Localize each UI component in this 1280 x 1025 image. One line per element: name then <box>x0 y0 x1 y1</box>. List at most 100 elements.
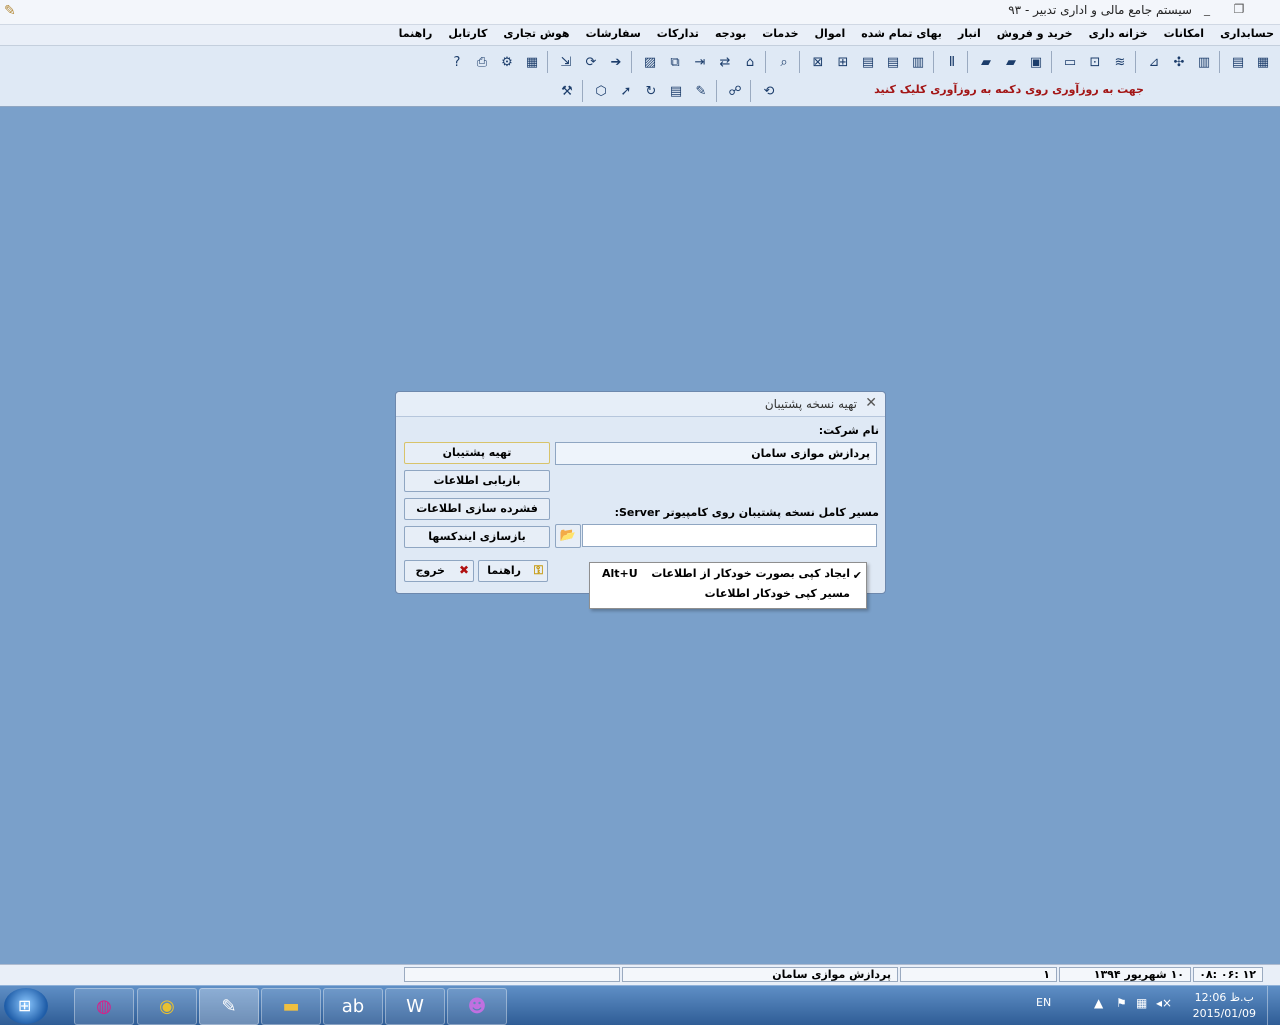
table-icon[interactable]: ▤ <box>1227 51 1249 73</box>
menu-facilities[interactable]: امکانات <box>1164 27 1204 40</box>
house-icon[interactable]: ⌂ <box>739 51 761 73</box>
book-icon[interactable]: ▰ <box>1000 51 1022 73</box>
images-icon[interactable]: ⧉ <box>664 51 686 73</box>
columns-icon[interactable]: Ⅱ <box>941 51 963 73</box>
update-icon[interactable]: ⟲ <box>758 80 780 102</box>
handshake-icon[interactable]: ☍ <box>724 80 746 102</box>
notes-icon[interactable]: ▤ <box>665 80 687 102</box>
menu-assets[interactable]: اموال <box>815 27 846 40</box>
update-hint: جهت به روزآوری روی دکمه به روزآوری کلیک … <box>874 83 1144 96</box>
menu-procurement[interactable]: تدارکات <box>657 27 699 40</box>
arrow-right-icon[interactable]: ➔ <box>605 51 627 73</box>
box-icon[interactable]: ⬡ <box>590 80 612 102</box>
menu-cost-price[interactable]: بهای تمام شده <box>861 27 942 40</box>
language-indicator[interactable]: EN <box>1036 996 1051 1009</box>
exit-button[interactable]: ✖ خروج <box>404 560 474 582</box>
diagram-icon[interactable]: ⊞ <box>832 51 854 73</box>
dialog-title: تهیه نسخه پشتیبان <box>764 397 857 411</box>
start-button[interactable]: ⊞ <box>4 988 48 1024</box>
show-hidden-icons-icon[interactable]: ▲ <box>1094 996 1103 1010</box>
dialog-title-bar: ✕ تهیه نسخه پشتیبان <box>396 392 885 417</box>
close-icon[interactable]: ✕ <box>865 395 877 411</box>
backup-button[interactable]: تهیه پشتیبان <box>404 442 550 464</box>
search-icon[interactable]: ⌕ <box>773 51 795 73</box>
menu-help[interactable]: راهنما <box>399 27 433 40</box>
toolbar-separator <box>750 80 751 102</box>
taskbar-chrome[interactable]: ◉ <box>137 988 197 1025</box>
restore-button[interactable]: ❐ <box>1228 2 1250 20</box>
report-icon[interactable]: ⊠ <box>807 51 829 73</box>
toolbar-separator <box>967 51 968 73</box>
refresh-icon[interactable]: ⟳ <box>580 51 602 73</box>
volume-muted-icon[interactable]: ◂× <box>1156 996 1172 1010</box>
auto-copy-shortcut: Alt+U <box>602 567 638 580</box>
settings-icon[interactable]: ⚙ <box>496 51 518 73</box>
menu-business-intelligence[interactable]: هوش تجاری <box>503 27 569 40</box>
picture-icon[interactable]: ▨ <box>639 51 661 73</box>
grid-icon[interactable]: ▥ <box>907 51 929 73</box>
open-folder-icon: 📂 <box>559 528 577 543</box>
tadbir-icon: ◍ <box>96 996 112 1017</box>
help-button[interactable]: ⚿ راهنما <box>478 560 548 582</box>
taskbar-current-app[interactable]: ✎ <box>199 988 259 1025</box>
chart-icon[interactable]: ⊿ <box>1143 51 1165 73</box>
menu-treasury[interactable]: خزانه داری <box>1089 27 1148 40</box>
menu-cartable[interactable]: کارتابل <box>448 27 487 40</box>
list-icon[interactable]: ▤ <box>882 51 904 73</box>
taskbar-messenger[interactable]: ☻ <box>447 988 507 1025</box>
taskbar-notepad[interactable]: ab <box>323 988 383 1025</box>
network-icon[interactable]: ✣ <box>1168 51 1190 73</box>
backup-path-input[interactable] <box>582 524 877 547</box>
help-icon[interactable]: ? <box>446 51 468 73</box>
toolbar-separator <box>799 51 800 73</box>
menu-purchase-sales[interactable]: خرید و فروش <box>997 27 1073 40</box>
show-desktop-button[interactable] <box>1267 986 1280 1025</box>
compress-button[interactable]: فشرده سازی اطلاعات <box>404 498 550 520</box>
menu-warehouse[interactable]: انبار <box>958 27 981 40</box>
key-icon: ⚿ <box>533 563 543 577</box>
cursor-icon[interactable]: ➚ <box>615 80 637 102</box>
toolbar-row-1: ▦ ▤ ▥ ✣ ⊿ ≋ ⊡ ▭ ▣ ▰ ▰ Ⅱ ▥ ▤ ▤ ⊞ ⊠ ⌕ ⌂ ⇄ … <box>443 51 1274 73</box>
company-field[interactable]: پردازش موازی سامان <box>555 442 877 465</box>
system-clock[interactable]: 12:06 ب.ظ 2015/01/09 <box>1193 990 1256 1022</box>
action-center-icon[interactable]: ⚑ <box>1116 996 1127 1010</box>
popup-item-auto-copy[interactable]: ✔ ایجاد کپی بصورت خودکار از اطلاعات Alt+… <box>590 563 866 583</box>
stack-icon[interactable]: ≋ <box>1109 51 1131 73</box>
printer-icon[interactable]: ⎙ <box>471 51 493 73</box>
document-icon[interactable]: ▭ <box>1059 51 1081 73</box>
reindex-button[interactable]: بازسازی ایندکسها <box>404 526 550 548</box>
export-icon[interactable]: ⇥ <box>689 51 711 73</box>
edit-icon[interactable]: ✎ <box>690 80 712 102</box>
package-icon[interactable]: ⊡ <box>1084 51 1106 73</box>
exit-icon: ✖ <box>458 563 469 577</box>
browse-folder-button[interactable]: 📂 <box>555 524 581 548</box>
menu-accounting[interactable]: حسابداری <box>1220 27 1274 40</box>
taskbar-word[interactable]: W <box>385 988 445 1025</box>
menu-services[interactable]: خدمات <box>762 27 798 40</box>
menu-budget[interactable]: بودجه <box>715 27 746 40</box>
auto-copy-popup-menu: ✔ ایجاد کپی بصورت خودکار از اطلاعات Alt+… <box>589 562 867 609</box>
toolbar-separator <box>582 80 583 102</box>
toolbar-area: ▦ ▤ ▥ ✣ ⊿ ≋ ⊡ ▭ ▣ ▰ ▰ Ⅱ ▥ ▤ ▤ ⊞ ⊠ ⌕ ⌂ ⇄ … <box>0 46 1280 107</box>
windows-taskbar: ⊞ ◍ ◉ ✎ ▬ ab W ☻ EN ▲ ⚑ ▦ ◂× 12:06 ب.ظ 2… <box>0 985 1280 1025</box>
status-date: ۱۰ شهریور ۱۳۹۴ <box>1059 967 1191 982</box>
folder-icon[interactable]: ▣ <box>1025 51 1047 73</box>
toolbar-row-2: ⟲ ☍ ✎ ▤ ↻ ➚ ⬡ ⚒ <box>553 80 780 102</box>
minimize-button[interactable]: _ <box>1196 2 1218 20</box>
taskbar-explorer[interactable]: ▬ <box>261 988 321 1025</box>
taskbar-app-tadbir[interactable]: ◍ <box>74 988 134 1025</box>
menu-orders[interactable]: سفارشات <box>586 27 641 40</box>
list-alt-icon[interactable]: ▤ <box>857 51 879 73</box>
clock-date: 2015/01/09 <box>1192 1007 1256 1020</box>
books-icon[interactable]: ▰ <box>975 51 997 73</box>
calculator-icon[interactable]: ▦ <box>1252 51 1274 73</box>
transfer-icon[interactable]: ⇄ <box>714 51 736 73</box>
rotate-icon[interactable]: ↻ <box>640 80 662 102</box>
building-icon[interactable]: ▥ <box>1193 51 1215 73</box>
calendar-icon[interactable]: ▦ <box>521 51 543 73</box>
network-icon[interactable]: ▦ <box>1136 996 1147 1010</box>
restore-button[interactable]: بازیابی اطلاعات <box>404 470 550 492</box>
import-icon[interactable]: ⇲ <box>555 51 577 73</box>
popup-item-auto-copy-path[interactable]: مسیر کپی خودکار اطلاعات <box>590 585 866 605</box>
tools-icon[interactable]: ⚒ <box>556 80 578 102</box>
